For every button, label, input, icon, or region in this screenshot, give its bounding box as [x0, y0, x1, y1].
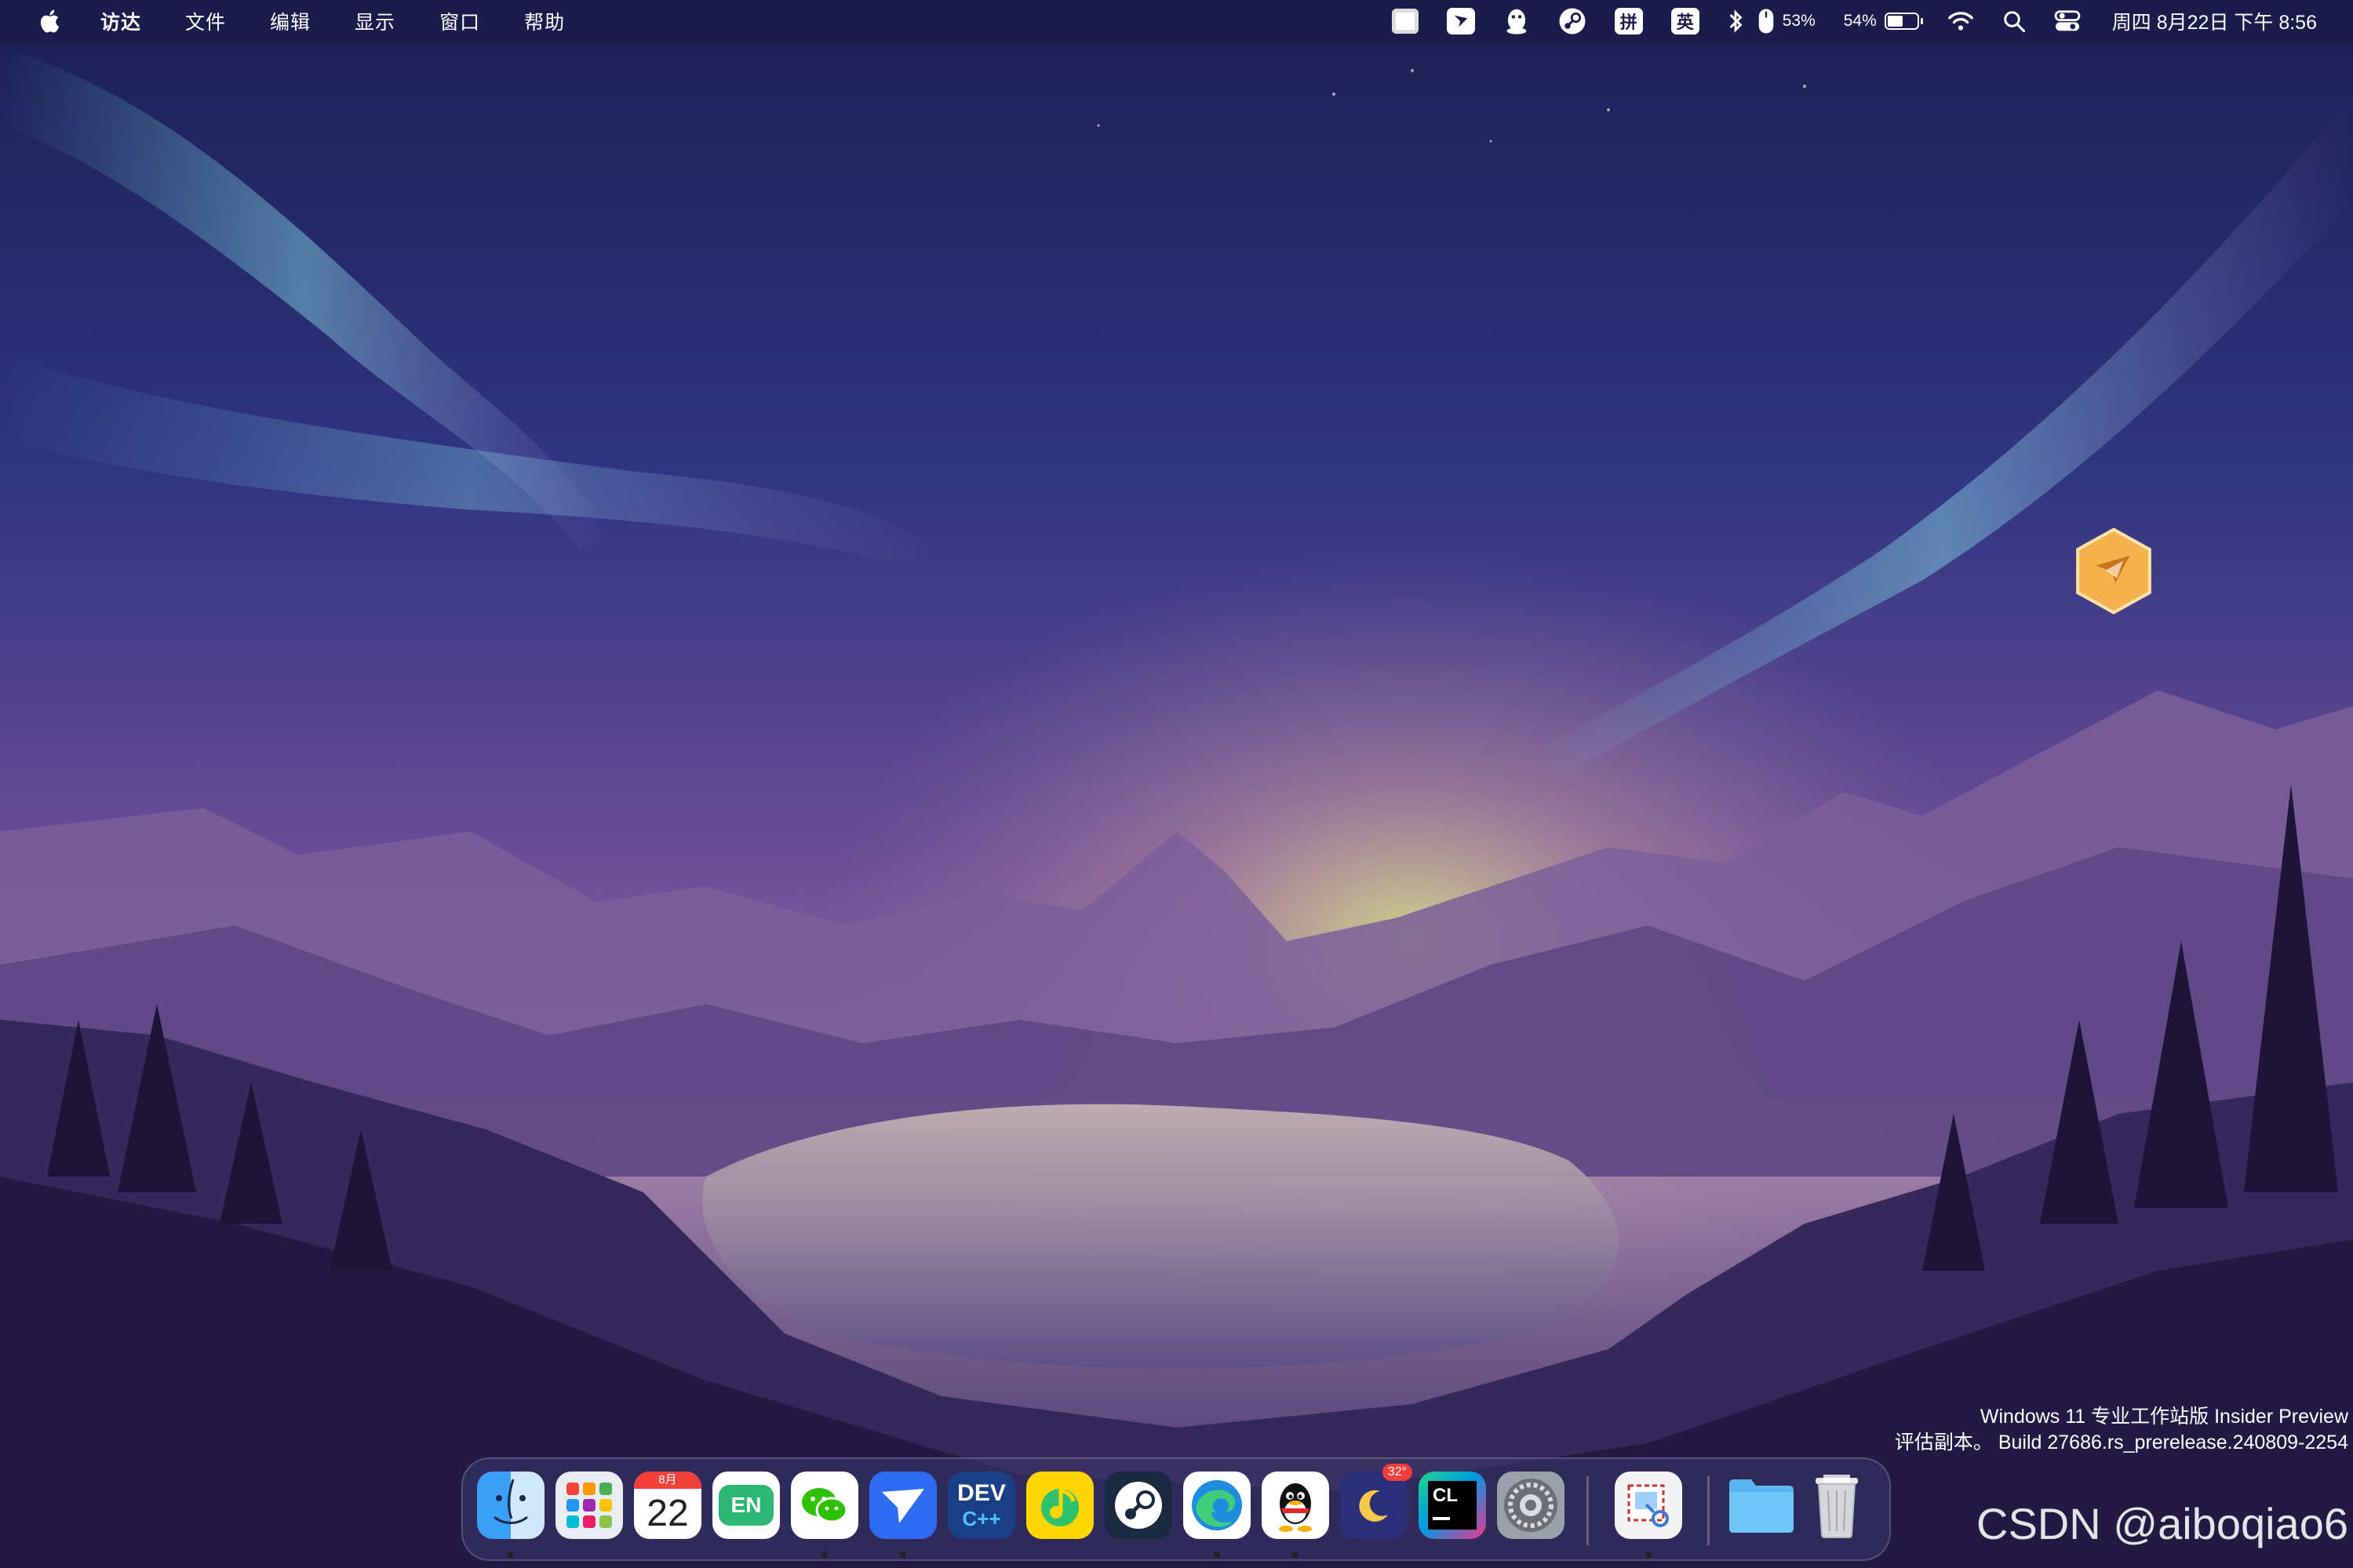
english-input-item[interactable]: 英	[1670, 0, 1699, 42]
steam-status-item[interactable]	[1558, 0, 1586, 42]
dock-edge[interactable]	[1183, 1472, 1251, 1539]
stop-icon	[1391, 9, 1419, 34]
dock: 8月 22 EN DEV C++ 32° CL	[461, 1457, 1891, 1561]
mouse-icon	[1758, 9, 1773, 34]
qq-icon	[1279, 1483, 1312, 1532]
dock-launchpad[interactable]	[555, 1472, 623, 1539]
calendar-day: 22	[647, 1493, 689, 1534]
csdn-watermark: CSDN @aiboqiao6	[1976, 1499, 2348, 1548]
watermark-line-2: 评估副本。 Build 27686.rs_prerelease.240809-2…	[1894, 1432, 2348, 1453]
pinyin-input-item[interactable]: 拼	[1614, 0, 1643, 42]
feishu-icon	[882, 1489, 924, 1523]
finder-icon	[494, 1479, 528, 1524]
qq-status-item[interactable]	[1503, 0, 1530, 42]
menu-file[interactable]: 文件	[185, 7, 226, 35]
battery-fill	[1887, 16, 1903, 27]
menu-help[interactable]: 帮助	[524, 7, 565, 35]
eudic-icon: EN	[719, 1485, 774, 1526]
bluetooth-status-item[interactable]	[1728, 0, 1743, 42]
running-indicator-finder	[508, 1552, 514, 1558]
dock-preview[interactable]	[1615, 1472, 1682, 1539]
feishu-hexagon-icon[interactable]	[2073, 527, 2154, 615]
bluetooth-icon	[1729, 9, 1743, 33]
dock-trash[interactable]	[1803, 1472, 1870, 1539]
qq-icon	[1506, 9, 1527, 35]
running-indicator-wechat	[821, 1552, 828, 1558]
wechat-icon	[802, 1488, 848, 1523]
steam-icon	[1115, 1482, 1162, 1529]
menu-bar: 访达 文件 编辑 显示 窗口 帮助 拼 英 53% 54% 周四 8月22日 下…	[0, 0, 2353, 42]
dock-finder[interactable]	[477, 1472, 545, 1539]
running-indicator-edge	[1214, 1552, 1220, 1558]
folder-icon	[1729, 1479, 1794, 1533]
apple-logo-icon[interactable]	[38, 7, 64, 35]
menu-finder[interactable]: 访达	[100, 7, 141, 35]
dock-folder[interactable]	[1728, 1472, 1795, 1539]
stop-status-item[interactable]	[1391, 0, 1419, 42]
pinyin-icon: 拼	[1614, 8, 1643, 35]
running-indicator-qq	[1292, 1552, 1299, 1558]
feishu-icon	[1446, 8, 1475, 35]
battery-icon	[1884, 13, 1923, 30]
clion-underscore	[1433, 1517, 1450, 1520]
english-icon: 英	[1670, 8, 1699, 35]
menu-window[interactable]: 窗口	[439, 7, 480, 35]
steam-icon	[1559, 8, 1586, 35]
dock-qq[interactable]	[1262, 1472, 1329, 1539]
dock-calendar[interactable]: 8月 22	[634, 1472, 701, 1539]
weather-badge: 32°	[1382, 1464, 1412, 1481]
control-center-item[interactable]	[2054, 0, 2081, 42]
clion-label: CL	[1433, 1485, 1458, 1506]
calendar-month: 8月	[634, 1472, 701, 1489]
watermark-line-1: Windows 11 专业工作站版 Insider Preview	[1980, 1406, 2348, 1428]
running-indicator-preview	[1645, 1552, 1652, 1558]
trash-icon	[1816, 1475, 1858, 1538]
qqmusic-icon	[1041, 1487, 1079, 1526]
moon-weather-icon	[1359, 1490, 1388, 1522]
desktop-wallpaper	[0, 0, 2353, 1568]
dock-clion[interactable]: CL	[1419, 1472, 1486, 1539]
dock-separator	[1586, 1476, 1589, 1545]
dock-system-settings[interactable]	[1497, 1472, 1564, 1539]
control-center-icon	[2054, 10, 2081, 31]
dock-eudic[interactable]: EN	[712, 1472, 780, 1539]
spotlight-item[interactable]	[2002, 0, 2026, 42]
wifi-icon	[1947, 12, 1973, 31]
dock-devcpp[interactable]: DEV C++	[948, 1472, 1015, 1539]
launchpad-icon	[566, 1483, 612, 1528]
menubar-clock[interactable]: 周四 8月22日 下午 8:56	[2112, 7, 2317, 35]
edge-icon	[1192, 1480, 1242, 1530]
gear-icon	[1504, 1479, 1557, 1532]
wifi-status-item[interactable]	[1947, 0, 1974, 42]
dock-separator-2	[1707, 1476, 1710, 1545]
feishu-status-item[interactable]	[1446, 0, 1475, 42]
menu-edit[interactable]: 编辑	[270, 7, 311, 35]
dock-wechat[interactable]	[791, 1472, 858, 1539]
mouse-battery-text: 53%	[1782, 12, 1816, 30]
battery-status-item[interactable]: 54%	[1843, 0, 1923, 42]
menu-view[interactable]: 显示	[355, 7, 395, 35]
devcpp-icon: DEV	[957, 1480, 1006, 1506]
preview-icon	[1627, 1484, 1669, 1527]
windows-watermark: Windows 11 专业工作站版 Insider Preview 评估副本。 …	[1895, 1404, 2348, 1456]
devcpp-label: C++	[962, 1507, 1001, 1530]
battery-percent: 54%	[1843, 12, 1877, 30]
search-icon	[2004, 11, 2025, 33]
dock-steam[interactable]	[1105, 1472, 1172, 1539]
dock-feishu[interactable]	[869, 1472, 937, 1539]
battery-tip	[1920, 18, 1923, 24]
clion-icon: CL	[1428, 1481, 1477, 1530]
mouse-battery-item[interactable]: 53%	[1757, 0, 1816, 42]
dock-qqmusic[interactable]	[1026, 1472, 1094, 1539]
running-indicator-feishu	[900, 1552, 906, 1558]
dock-weather[interactable]: 32°	[1340, 1464, 1412, 1539]
